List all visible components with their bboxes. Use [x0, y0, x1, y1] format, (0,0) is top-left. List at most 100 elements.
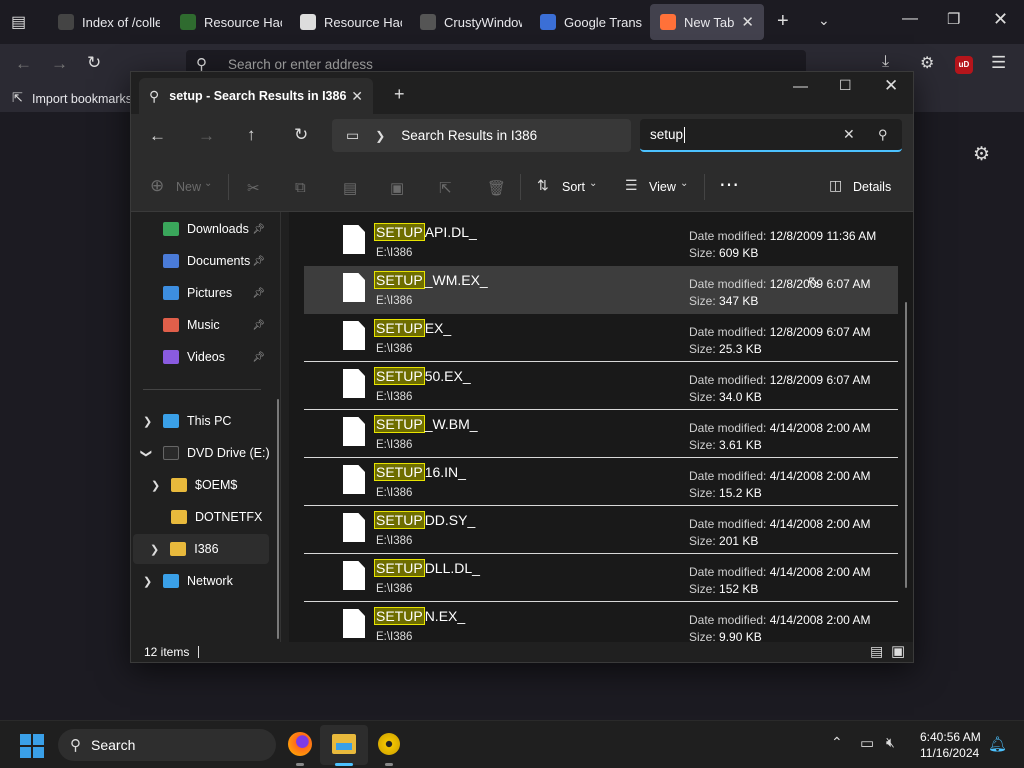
- close-tab-icon[interactable]: ✕: [741, 13, 754, 31]
- browser-tab[interactable]: Index of /colle: [48, 4, 160, 40]
- explorer-tab[interactable]: ⚲ setup - Search Results in I386 ✕: [139, 78, 373, 114]
- explorer-address-bar[interactable]: ▭ ❯ Search Results in I386: [332, 119, 631, 152]
- browser-tab[interactable]: New Tab ✕: [650, 4, 764, 40]
- sidebar-item-downloads[interactable]: Downloads 📌︎: [163, 214, 269, 244]
- sidebar-item-documents[interactable]: Documents 📌︎: [163, 246, 269, 276]
- new-plus-icon[interactable]: ⊕: [150, 176, 164, 196]
- file-explorer-taskbar-icon[interactable]: [320, 725, 368, 765]
- forward-icon[interactable]: →: [51, 54, 68, 74]
- large-icons-view-icon[interactable]: ▣: [891, 642, 905, 660]
- volume-muted-tray-icon[interactable]: 🔇︎: [886, 734, 895, 751]
- date-label: Date modified:: [689, 229, 767, 243]
- notifications-bell-icon[interactable]: 🔔︎: [988, 735, 1007, 753]
- browser-tab[interactable]: CrustyWindow: [410, 4, 522, 40]
- expand-chevron-icon[interactable]: ❯: [150, 543, 159, 556]
- collapse-chevron-icon[interactable]: ❯: [140, 449, 153, 458]
- size-value: 201 KB: [719, 534, 759, 548]
- window-minimize-icon[interactable]: —: [902, 10, 918, 28]
- share-icon[interactable]: ⇱: [439, 179, 452, 197]
- taskbar-search[interactable]: ⚲ Search: [58, 729, 276, 761]
- ublock-icon[interactable]: uD: [955, 56, 973, 74]
- copy-icon[interactable]: ⧉: [295, 179, 306, 196]
- new-tab-icon[interactable]: +: [777, 10, 789, 33]
- size-value: 3.61 KB: [719, 438, 762, 452]
- explorer-maximize-icon[interactable]: ☐: [839, 77, 852, 94]
- explorer-search-input[interactable]: setup ✕ ⚲: [640, 119, 902, 152]
- results-scrollbar[interactable]: [905, 302, 907, 588]
- sort-icon[interactable]: ⇅: [537, 177, 549, 194]
- sort-button[interactable]: Sort: [562, 180, 585, 194]
- date-value: 4/14/2008 2:00 AM: [769, 517, 871, 531]
- result-row[interactable]: SETUP DD.SY_ E:\I386 Date modified: 4/14/20…: [304, 506, 898, 554]
- result-row[interactable]: SETUP API.DL_ E:\I386 Date modified: 12/8/2…: [304, 218, 898, 266]
- downloads-toolbar-icon[interactable]: ⤓: [882, 53, 889, 71]
- new-explorer-tab-icon[interactable]: +: [394, 84, 405, 105]
- sidebar-item-network[interactable]: Network: [163, 566, 301, 596]
- more-options-icon[interactable]: ⋯: [719, 172, 739, 197]
- result-row[interactable]: SETUP EX_ E:\I386 Date modified: 12/8/2009 …: [304, 314, 898, 362]
- menu-icon[interactable]: ☰: [991, 53, 1006, 73]
- expand-chevron-icon[interactable]: ❯: [143, 415, 152, 428]
- import-bookmarks-icon[interactable]: ⇱: [12, 90, 23, 106]
- tab-overview-icon[interactable]: ▤: [11, 12, 26, 32]
- expand-chevron-icon[interactable]: ❯: [151, 479, 160, 492]
- clock-date[interactable]: 11/16/2024: [920, 746, 979, 760]
- result-row[interactable]: SETUP DLL.DL_ E:\I386 Date modified: 4/14/2…: [304, 554, 898, 602]
- expand-chevron-icon[interactable]: ❯: [143, 575, 152, 588]
- cut-icon[interactable]: ✂: [247, 179, 260, 197]
- forward-arrow-icon[interactable]: →: [198, 126, 215, 146]
- rename-icon[interactable]: ▣: [390, 179, 404, 197]
- result-row[interactable]: SETUP _W.BM_ E:\I386 Date modified: 4/14/20…: [304, 410, 898, 458]
- new-button[interactable]: New: [176, 180, 201, 194]
- window-restore-icon[interactable]: ❐: [947, 10, 960, 28]
- search-go-icon[interactable]: ⚲: [878, 127, 888, 143]
- tab-list-chevron-icon[interactable]: ⌄: [818, 12, 830, 29]
- size-value: 34.0 KB: [719, 390, 762, 404]
- downloads-icon: [163, 222, 179, 236]
- extensions-icon[interactable]: ⚙: [920, 53, 934, 73]
- reload-icon[interactable]: ↻: [87, 53, 101, 73]
- start-windows-icon[interactable]: [20, 734, 44, 758]
- browser-tab[interactable]: Resource Hack: [290, 4, 402, 40]
- sidebar-item-dvd-drive[interactable]: DVD Drive (E:) L: [163, 438, 271, 468]
- sidebar-item-videos[interactable]: Videos 📌︎: [163, 342, 269, 372]
- browser-tab[interactable]: Google Transla: [530, 4, 642, 40]
- view-icon[interactable]: ☰: [625, 177, 638, 194]
- search-icon: ⚲: [149, 87, 160, 104]
- window-close-icon[interactable]: ✕: [993, 9, 1008, 30]
- disc-app-taskbar-icon[interactable]: [378, 733, 400, 755]
- view-button[interactable]: View: [649, 180, 676, 194]
- sidebar-item-music[interactable]: Music 📌︎: [163, 310, 269, 340]
- up-arrow-icon[interactable]: ↑: [247, 125, 256, 145]
- firefox-taskbar-icon[interactable]: [288, 732, 312, 756]
- details-pane-icon[interactable]: ◫: [829, 177, 842, 194]
- file-icon: [343, 417, 365, 446]
- tray-chevron-up-icon[interactable]: ⌃: [831, 734, 843, 751]
- back-arrow-icon[interactable]: ←: [149, 126, 166, 146]
- details-button[interactable]: Details: [853, 180, 891, 194]
- network-tray-icon[interactable]: ▭: [860, 734, 874, 752]
- breadcrumb[interactable]: Search Results in I386: [401, 128, 537, 143]
- result-row[interactable]: SETUP 16.IN_ E:\I386 Date modified: 4/14/20…: [304, 458, 898, 506]
- refresh-icon[interactable]: ↻: [294, 125, 308, 145]
- back-icon[interactable]: ←: [15, 54, 32, 74]
- import-bookmarks-link[interactable]: Import bookmarks...: [32, 92, 142, 106]
- result-row[interactable]: SETUP 50.EX_ E:\I386 Date modified: 12/8/20…: [304, 362, 898, 410]
- clear-search-icon[interactable]: ✕: [843, 126, 855, 143]
- browser-tab[interactable]: Resource Hack: [170, 4, 282, 40]
- size-label: Size:: [689, 486, 716, 500]
- result-row[interactable]: SETUP N.EX_ E:\I386 Date modified: 4/14/200…: [304, 602, 898, 642]
- explorer-close-icon[interactable]: ✕: [884, 76, 898, 96]
- details-view-icon[interactable]: ▤: [870, 643, 883, 660]
- sidebar-scrollbar[interactable]: [277, 399, 279, 639]
- explorer-minimize-icon[interactable]: —: [793, 78, 808, 95]
- new-tab-settings-icon[interactable]: ⚙: [973, 143, 990, 166]
- close-tab-icon[interactable]: ✕: [351, 88, 363, 105]
- paste-icon[interactable]: ▤: [343, 179, 357, 197]
- delete-icon[interactable]: 🗑︎: [487, 179, 506, 197]
- clock-time[interactable]: 6:40:56 AM: [920, 730, 981, 744]
- date-value: 12/8/2009 11:36 AM: [769, 229, 877, 243]
- sidebar-item-this-pc[interactable]: This PC: [163, 406, 301, 436]
- sidebar-item-pictures[interactable]: Pictures 📌︎: [163, 278, 269, 308]
- sidebar-item-i386-folder[interactable]: ❯ I386: [133, 534, 269, 564]
